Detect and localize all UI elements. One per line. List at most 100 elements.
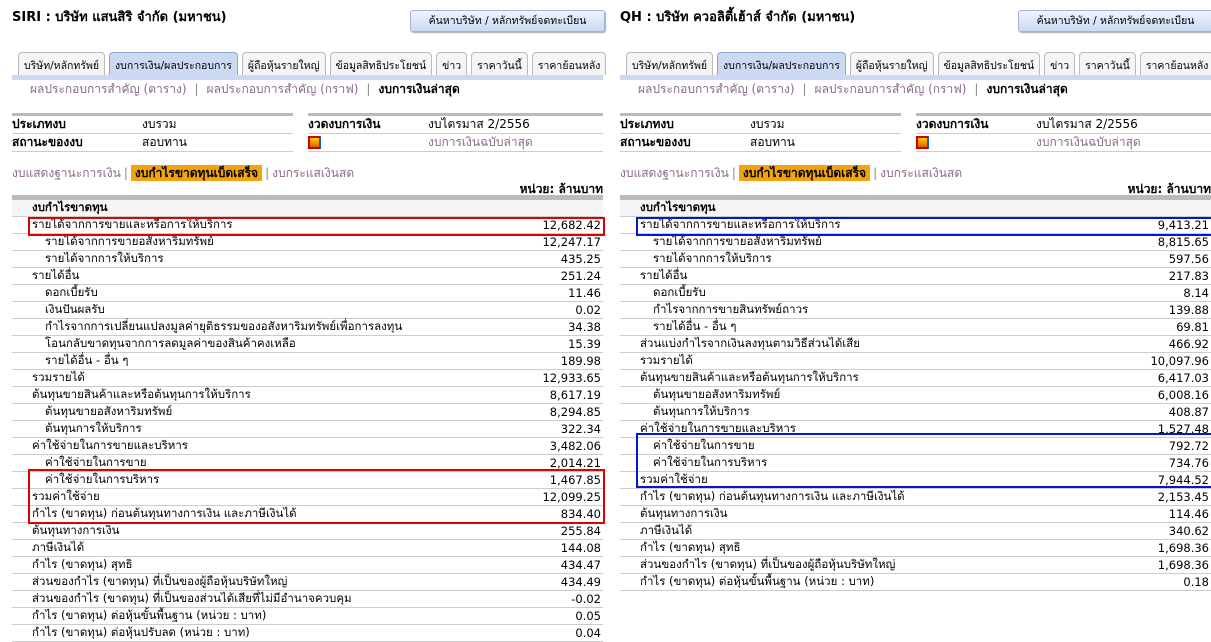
info-value: งบไตรมาส 2/2556 [428,117,530,131]
row-label: กำไร (ขาดทุน) สุทธิ [32,557,133,571]
table-row: รวมรายได้ 12,933.65 [12,370,603,387]
company-panel-siri: SIRI : บริษัท แสนสิริ จำกัด (มหาชน) ค้นหา… [0,0,607,642]
row-value: 0.02 [575,303,601,317]
tab-5[interactable]: ราคาวันนี้ [1079,52,1136,75]
pdf-document-icon[interactable] [308,134,428,152]
tab-5[interactable]: ราคาวันนี้ [471,52,528,75]
row-label: ค่าใช้จ่ายในการขายและบริหาร [640,421,796,435]
info-row: สถานะของงบ สอบทาน [12,134,293,152]
table-row: รายได้อื่น - อื่น ๆ 189.98 [12,353,603,370]
statement-link-2[interactable]: งบกระแสเงินสด [272,166,354,180]
row-label: ต้นทุนทางการเงิน [32,523,120,537]
row-label: ค่าใช้จ่ายในการบริหาร [45,472,160,486]
row-value: 251.24 [560,269,601,283]
row-value: 0.04 [575,626,601,640]
search-company-button[interactable]: ค้นหาบริษัท / หลักทรัพย์จดทะเบียน [410,10,605,32]
table-row: ส่วนของกำไร (ขาดทุน) ที่เป็นของส่วนได้เส… [12,591,603,608]
tab-0[interactable]: บริษัท/หลักทรัพย์ [18,52,106,75]
tab-2[interactable]: ผู้ถือหุ้นรายใหญ่ [241,52,326,75]
tab-4[interactable]: ข่าว [436,52,468,75]
row-label: ส่วนของกำไร (ขาดทุน) ที่เป็นของส่วนได้เส… [32,591,352,605]
table-row: รายได้จากการให้บริการ 435.25 [12,251,603,268]
row-label: ค่าใช้จ่ายในการบริหาร [653,455,768,469]
table-row: รายได้อื่น 251.24 [12,268,603,285]
row-value: 7,944.52 [1157,473,1209,487]
subnav-link[interactable]: ผลประกอบการสำคัญ (กราฟ) [207,82,359,96]
row-label: รายได้อื่น - อื่น ๆ [653,319,737,333]
separator: | [802,82,807,96]
tab-6[interactable]: ราคาย้อนหลัง [531,52,607,75]
row-value: 0.18 [1183,575,1209,589]
tab-0[interactable]: บริษัท/หลักทรัพย์ [626,52,714,75]
row-value: 6,008.16 [1157,388,1209,402]
row-label: ต้นทุนขายอสังหาริมทรัพย์ [45,404,173,418]
statement-link-2[interactable]: งบกระแสเงินสด [880,166,962,180]
info-label: ประเภทงบ [620,117,674,131]
search-company-button[interactable]: ค้นหาบริษัท / หลักทรัพย์จดทะเบียน [1018,10,1211,32]
subnav-link[interactable]: ผลประกอบการสำคัญ (กราฟ) [815,82,967,96]
table-row: กำไร (ขาดทุน) ก่อนต้นทุนทางการเงิน และภา… [12,506,603,523]
tab-3[interactable]: ข้อมูลสิทธิประโยชน์ [329,52,433,75]
row-value: 3,482.06 [549,439,601,453]
row-value: 10,097.96 [1150,354,1209,368]
row-label: รายได้จากการให้บริการ [653,251,772,265]
statement-link-0[interactable]: งบแสดงฐานะการเงิน [12,166,121,180]
separator: | [123,166,128,180]
row-value: 6,417.03 [1157,371,1209,385]
table-row: กำไร (ขาดทุน) ต่อหุ้นขั้นพื้นฐาน (หน่วย … [620,574,1211,591]
pdf-document-icon[interactable] [916,134,1036,152]
latest-statement-link[interactable]: งบการเงินฉบับล่าสุด [1036,133,1141,152]
tab-1[interactable]: งบการเงิน/ผลประกอบการ [109,52,238,75]
section-title: งบกำไรขาดทุน [640,200,716,214]
info-table-right: งวดงบการเงิน งบไตรมาส 2/2556 งบการเงินฉบับ… [308,113,603,152]
table-row: ต้นทุนการให้บริการ 322.34 [12,421,603,438]
table-row: กำไร (ขาดทุน) สุทธิ 1,698.36 [620,540,1211,557]
row-label: รายได้อื่น - อื่น ๆ [45,353,129,367]
row-label: ค่าใช้จ่ายในการขาย [45,455,147,469]
tab-3[interactable]: ข้อมูลสิทธิประโยชน์ [937,52,1041,75]
statement-link-1[interactable]: งบกำไรขาดทุนเบ็ดเสร็จ [130,165,263,181]
tab-1[interactable]: งบการเงิน/ผลประกอบการ [717,52,846,75]
info-table-right: งวดงบการเงิน งบไตรมาส 2/2556 งบการเงินฉบับ… [916,113,1211,152]
row-value: 144.08 [560,541,601,555]
table-row: ส่วนของกำไร (ขาดทุน) ที่เป็นของผู้ถือหุ้… [620,557,1211,574]
info-label: ประเภทงบ [12,117,66,131]
row-label: ค่าใช้จ่ายในการขายและบริหาร [32,438,188,452]
sub-navigation: ผลประกอบการสำคัญ (ตาราง) | ผลประกอบการสำคั… [30,80,460,99]
row-value: 434.49 [560,575,601,589]
table-row: รายได้จากการขายและหรือการให้บริการ 9,413.… [620,217,1211,234]
table-row: ต้นทุนทางการเงิน 114.46 [620,506,1211,523]
tab-4[interactable]: ข่าว [1044,52,1076,75]
statement-link-1[interactable]: งบกำไรขาดทุนเบ็ดเสร็จ [738,165,871,181]
statement-type-nav: งบแสดงฐานะการเงิน | งบกำไรขาดทุนเบ็ดเสร็จ |… [620,164,962,183]
table-row: กำไร (ขาดทุน) ต่อหุ้นขั้นพื้นฐาน (หน่วย … [12,608,603,625]
row-label: กำไร (ขาดทุน) ก่อนต้นทุนทางการเงิน และภา… [32,506,297,520]
statement-link-0[interactable]: งบแสดงฐานะการเงิน [620,166,729,180]
row-label: รวมรายได้ [32,370,85,384]
latest-statement-link[interactable]: งบการเงินฉบับล่าสุด [428,133,533,152]
table-row: กำไร (ขาดทุน) สุทธิ 434.47 [12,557,603,574]
row-value: 8.14 [1183,286,1209,300]
row-value: 9,413.21 [1157,218,1209,232]
row-value: 2,153.45 [1157,490,1209,504]
table-row: ต้นทุนขายสินค้าและหรือต้นทุนการให้บริการ… [12,387,603,404]
tab-6[interactable]: ราคาย้อนหลัง [1139,52,1211,75]
tab-2[interactable]: ผู้ถือหุ้นรายใหญ่ [849,52,934,75]
subnav-link[interactable]: ผลประกอบการสำคัญ (ตาราง) [638,82,795,96]
row-value: 434.47 [560,558,601,572]
row-value: 34.38 [568,320,601,334]
table-row: ค่าใช้จ่ายในการขาย 2,014.21 [12,455,603,472]
table-row: ส่วนแบ่งกำไรจากเงินลงทุนตามวิธีส่วนได้เส… [620,336,1211,353]
table-header-row: งบกำไรขาดทุน [620,200,1211,217]
subnav-current: งบการเงินล่าสุด [378,82,460,96]
table-row: รวมรายได้ 10,097.96 [620,353,1211,370]
company-title: QH : บริษัท ควอลิตี้เฮ้าส์ จำกัด (มหาชน) [620,10,856,25]
table-row: ดอกเบี้ยรับ 8.14 [620,285,1211,302]
subnav-link[interactable]: ผลประกอบการสำคัญ (ตาราง) [30,82,187,96]
row-label: กำไร (ขาดทุน) ต่อหุ้นปรับลด (หน่วย : บาท… [32,625,250,639]
row-value: 217.83 [1168,269,1209,283]
sub-navigation: ผลประกอบการสำคัญ (ตาราง) | ผลประกอบการสำคั… [638,80,1068,99]
company-panel-qh: QH : บริษัท ควอลิตี้เฮ้าส์ จำกัด (มหาชน)… [608,0,1211,641]
row-label: ต้นทุนการให้บริการ [45,421,142,435]
info-label: สถานะของงบ [12,135,83,149]
